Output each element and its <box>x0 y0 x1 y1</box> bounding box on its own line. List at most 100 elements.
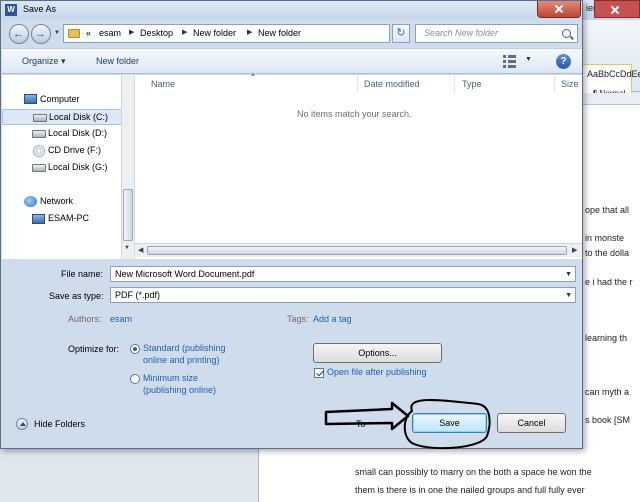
column-divider[interactable] <box>454 75 455 93</box>
doc-line: to the dolla <box>585 248 630 258</box>
breadcrumb-separator-icon[interactable]: ▶ <box>129 28 134 36</box>
network-icon <box>24 196 37 207</box>
nav-item-label: Network <box>40 196 74 206</box>
sort-ascending-icon: ▲ <box>250 72 256 78</box>
doc-line: ope that all <box>585 205 630 215</box>
navigation-pane: Computer Local Disk (C:) Local Disk (D:)… <box>2 75 134 259</box>
nav-item-label: Local Disk (G:) <box>48 162 108 172</box>
nav-item-network[interactable]: Network <box>2 194 122 210</box>
doc-line: them is there is in one the nailed group… <box>355 485 585 495</box>
save-as-type-chevron-down-icon[interactable]: ▼ <box>565 292 572 299</box>
command-toolbar: Organize ▾ New folder ▼ ? <box>2 48 582 74</box>
organize-button[interactable]: Organize ▾ <box>22 56 66 67</box>
empty-list-message: No items match your search. <box>297 109 412 119</box>
scroll-right-icon[interactable]: ▶ <box>572 246 577 254</box>
authors-field[interactable]: esam <box>110 314 132 324</box>
column-divider[interactable] <box>554 75 555 93</box>
dialog-close-icon[interactable] <box>537 1 581 18</box>
optimize-for-label: Optimize for: <box>68 344 120 354</box>
refresh-icon: ↻ <box>396 27 406 39</box>
nav-pane-scroll-thumb[interactable] <box>123 189 133 241</box>
word-close-icon[interactable] <box>594 0 640 18</box>
file-name-field[interactable]: New Microsoft Word Document.pdf ▼ <box>110 266 576 282</box>
doc-line: in monste <box>585 233 625 243</box>
column-header-size[interactable]: Size <box>561 79 579 89</box>
file-name-chevron-down-icon[interactable]: ▼ <box>565 271 572 278</box>
column-header-name[interactable]: Name <box>151 79 175 89</box>
nav-item-label: CD Drive (F:) <box>48 145 101 155</box>
tags-label: Tags: <box>287 314 309 324</box>
collapse-chevron-up-icon <box>16 418 28 430</box>
authors-label: Authors: <box>68 314 102 324</box>
hide-folders-label: Hide Folders <box>34 419 86 429</box>
optimize-standard-label-line2[interactable]: online and printing) <box>143 355 220 366</box>
column-divider[interactable] <box>357 75 358 93</box>
change-view-icon[interactable] <box>503 55 517 68</box>
optimize-minimum-label-line1[interactable]: Minimum size <box>143 373 198 384</box>
optimize-standard-radio[interactable] <box>130 344 140 354</box>
tools-button[interactable]: To <box>356 419 366 429</box>
address-bar[interactable]: « esam ▶ Desktop ▶ New folder ▶ New fold… <box>63 24 442 43</box>
folder-icon <box>68 29 80 38</box>
optimize-minimum-radio[interactable] <box>130 374 140 384</box>
file-name-label: File name: <box>61 269 104 279</box>
hard-drive-icon <box>32 164 46 172</box>
recent-pages-chevron-down-icon[interactable]: ▼ <box>54 30 60 36</box>
column-header-type[interactable]: Type <box>462 79 482 89</box>
nav-item-label: Computer <box>40 94 80 104</box>
help-icon[interactable]: ? <box>556 54 571 69</box>
nav-item-local-disk-d[interactable]: Local Disk (D:) <box>2 126 122 142</box>
breadcrumb-esam[interactable]: esam <box>99 28 121 38</box>
nav-item-local-disk-g[interactable]: Local Disk (G:) <box>2 160 122 176</box>
breadcrumb-new-folder-current[interactable]: New folder <box>258 28 301 38</box>
breadcrumb-separator-icon[interactable]: ▶ <box>247 28 252 36</box>
search-placeholder: Search New folder <box>424 28 499 38</box>
nav-item-esam-pc[interactable]: ESAM-PC <box>2 211 122 227</box>
search-icon[interactable] <box>562 29 571 38</box>
hard-drive-icon <box>32 130 46 138</box>
save-as-type-select[interactable]: PDF (*.pdf) ▼ <box>110 287 576 303</box>
file-list-horizontal-scrollbar[interactable]: ◀ ▶ <box>135 243 582 257</box>
tags-field[interactable]: Add a tag <box>313 314 352 324</box>
save-as-type-label: Save as type: <box>49 291 104 301</box>
new-folder-button[interactable]: New folder <box>96 56 139 66</box>
open-after-publishing-label[interactable]: Open file after publishing <box>327 367 427 378</box>
optimize-minimum-label-line2[interactable]: (publishing online) <box>143 385 216 396</box>
forward-button[interactable]: → <box>31 24 51 44</box>
back-arrow-icon: ← <box>13 28 24 40</box>
file-name-value: New Microsoft Word Document.pdf <box>115 269 255 279</box>
dialog-title-bar[interactable]: W Save As <box>1 1 582 19</box>
view-options-chevron-down-icon[interactable]: ▼ <box>525 56 532 63</box>
nav-pane-scrollbar[interactable]: ▼ <box>121 75 134 259</box>
refresh-button[interactable]: ↻ <box>392 24 410 43</box>
nav-item-label: Local Disk (C:) <box>49 112 109 122</box>
nav-item-label: ESAM-PC <box>48 213 90 223</box>
save-as-dialog: W Save As ← → ▼ « esam ▶ Desktop ▶ New f… <box>0 0 583 449</box>
save-button[interactable]: Save <box>412 413 487 433</box>
breadcrumb-desktop[interactable]: Desktop <box>140 28 173 38</box>
scroll-left-icon[interactable]: ◀ <box>138 246 143 254</box>
computer-icon <box>24 94 37 104</box>
style-sample-text: AaBbCcDdEe <box>587 69 640 79</box>
nav-item-local-disk-c[interactable]: Local Disk (C:) <box>2 109 122 125</box>
forward-arrow-icon: → <box>35 28 46 40</box>
search-input[interactable]: Search New folder <box>415 24 578 43</box>
column-header-date-modified[interactable]: Date modified <box>364 79 420 89</box>
breadcrumb-new-folder[interactable]: New folder <box>193 28 236 38</box>
options-button[interactable]: Options... <box>313 343 442 363</box>
nav-item-cd-drive-f[interactable]: CD Drive (F:) <box>2 143 122 159</box>
nav-item-computer[interactable]: Computer <box>2 92 122 108</box>
breadcrumb-separator-icon[interactable]: ▶ <box>182 28 187 36</box>
back-button[interactable]: ← <box>9 24 29 44</box>
open-after-publishing-checkbox[interactable] <box>314 368 324 378</box>
cd-drive-icon <box>33 145 45 157</box>
scroll-down-icon[interactable]: ▼ <box>124 245 130 251</box>
doc-line: s book [SM <box>585 415 631 425</box>
nav-item-label: Local Disk (D:) <box>48 128 108 138</box>
cancel-button[interactable]: Cancel <box>497 413 566 433</box>
optimize-standard-label-line1[interactable]: Standard (publishing <box>143 343 226 354</box>
file-list-scroll-thumb[interactable] <box>147 246 567 255</box>
doc-line: can myth a <box>585 387 630 397</box>
breadcrumb-overflow[interactable]: « <box>86 28 91 38</box>
file-list[interactable]: ▲ Name Date modified Type Size No items … <box>135 72 582 259</box>
